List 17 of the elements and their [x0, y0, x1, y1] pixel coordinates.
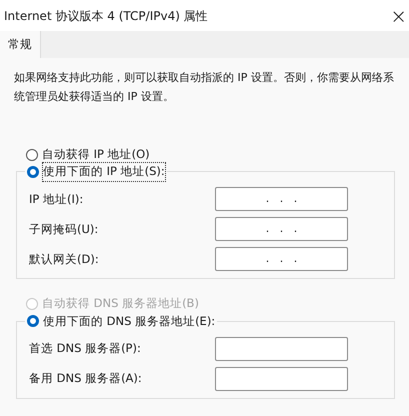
- field-label: 默认网关(D):: [29, 250, 99, 268]
- radio-button[interactable]: 使用下面的 DNS 服务器地址(E):: [25, 312, 218, 330]
- field-label: IP 地址(I):: [29, 190, 84, 208]
- ip-address-field[interactable]: . . .: [215, 187, 348, 212]
- window-title: Internet 协议版本 4 (TCP/IPv4) 属性: [4, 8, 208, 24]
- ip-address-field[interactable]: [215, 366, 348, 390]
- tab[interactable]: 常规: [0, 31, 41, 58]
- radio-button[interactable]: 自动获得 IP 地址(O): [24, 146, 152, 164]
- ip-address-field[interactable]: . . .: [215, 247, 348, 272]
- radio-button[interactable]: 使用下面的 IP 地址(S):: [25, 163, 167, 180]
- ip-address-field[interactable]: [215, 336, 348, 360]
- field-label: 子网掩码(U):: [29, 220, 98, 238]
- field-label: 备用 DNS 服务器(A):: [29, 370, 142, 387]
- ip-address-field[interactable]: . . .: [215, 217, 348, 242]
- description-text: 如果网络支持此功能，则可以获取自动指派的 IP 设置。否则，你需要从网络系统管理员处获得适当的 IP 设置。: [13, 70, 395, 105]
- close-button[interactable]: ×: [390, 6, 407, 26]
- field-label: 首选 DNS 服务器(P):: [29, 340, 141, 357]
